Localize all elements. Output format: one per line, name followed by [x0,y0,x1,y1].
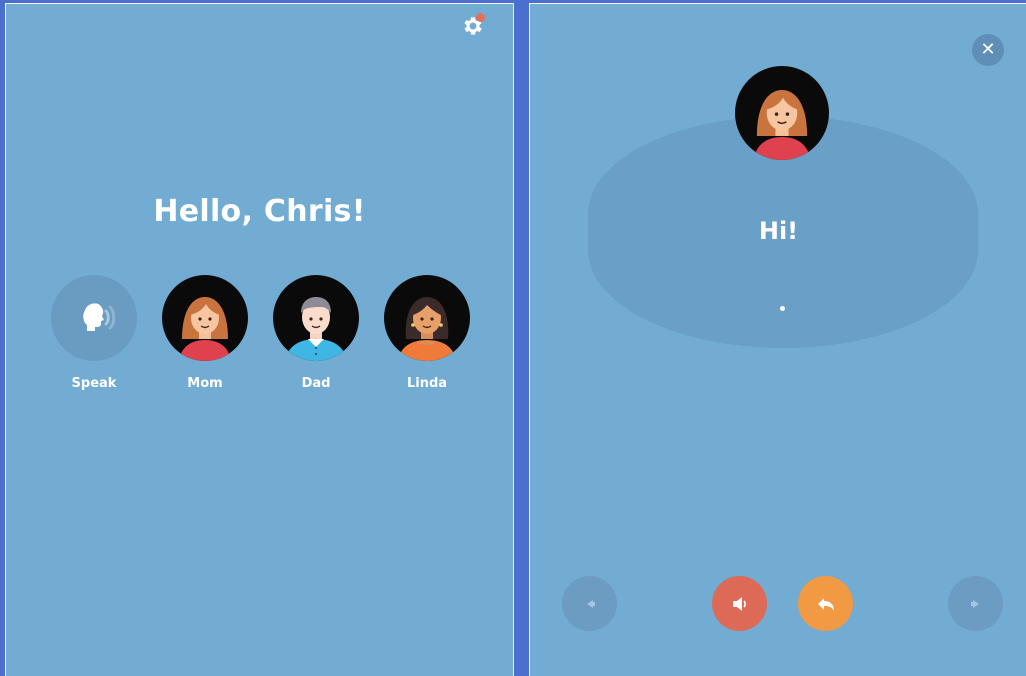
conversation-avatar-mom [735,66,829,160]
home-panel: Hello, Chris! Speak Mom Dad Linda [5,3,514,676]
speak-button[interactable] [51,275,137,361]
previous-button[interactable] [562,576,617,631]
close-button[interactable]: ✕ [972,34,1004,66]
speak-aloud-button[interactable] [712,576,767,631]
message-text: Hi! [758,217,799,245]
reply-button[interactable] [798,576,853,631]
speaking-head-icon [83,303,116,331]
greeting-title: Hello, Chris! [153,194,366,229]
avatar-mom[interactable] [162,275,248,361]
contact-label-mom: Mom [187,376,223,391]
contact-label-dad: Dad [301,376,331,391]
contact-linda[interactable]: Linda [384,275,470,391]
avatar-linda[interactable] [384,275,470,361]
reply-icon [817,597,834,611]
contact-speak[interactable]: Speak [51,275,137,391]
contact-dad[interactable]: Dad [273,275,359,391]
typing-indicator-dot [780,306,785,311]
next-button[interactable] [948,576,1003,631]
contact-label-speak: Speak [71,376,117,391]
contact-label-linda: Linda [406,376,448,391]
avatar-dad[interactable] [273,275,359,361]
contact-mom[interactable]: Mom [162,275,248,391]
next-arrow-icon [970,599,979,608]
previous-arrow-icon [586,599,595,608]
speaker-icon [732,596,746,611]
notification-dot [476,13,485,22]
conversation-panel: ✕ Hi! [529,3,1026,676]
close-icon: ✕ [980,39,996,60]
